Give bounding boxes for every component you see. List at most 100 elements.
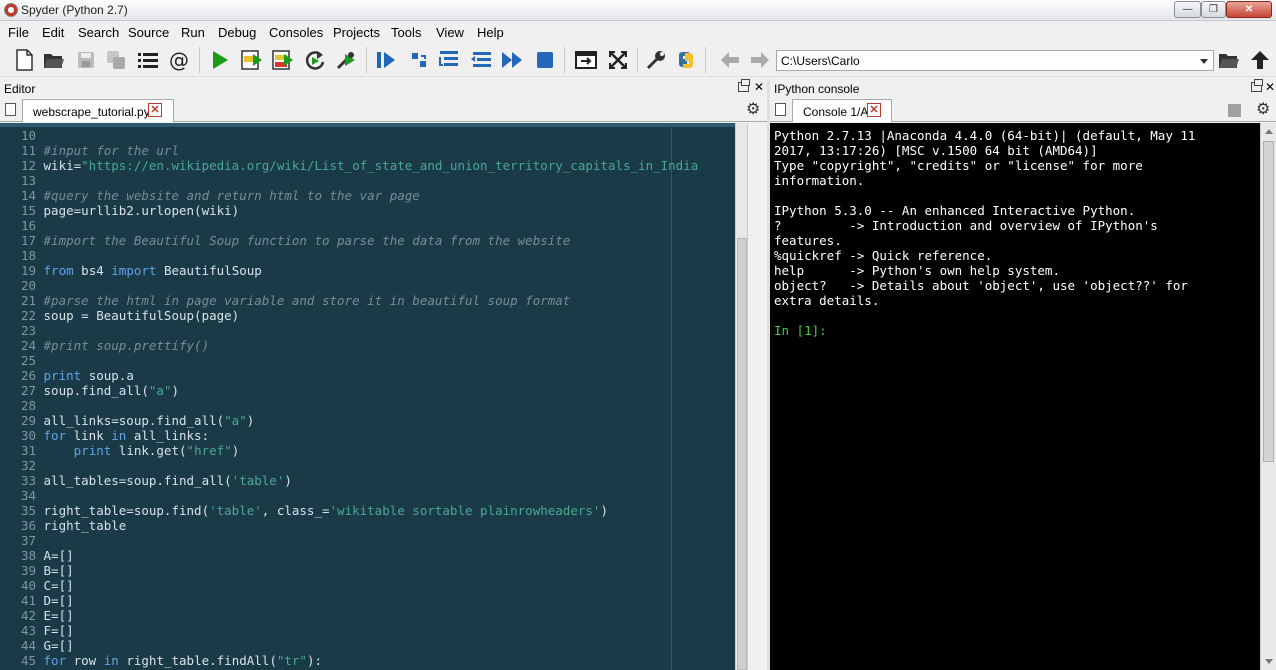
toolbar-separator <box>199 47 200 73</box>
new-file-icon[interactable] <box>12 48 36 72</box>
undock-icon[interactable] <box>738 79 750 92</box>
code-text: soup.find_all("a") <box>36 383 179 398</box>
code-line: 24 #print soup.prettify() <box>0 338 209 353</box>
forward-icon[interactable] <box>748 48 772 72</box>
menu-file[interactable]: File <box>8 25 29 40</box>
minimize-button[interactable]: — <box>1174 1 1201 18</box>
console-line: information. <box>774 173 865 188</box>
code-line: 43 F=[] <box>0 623 74 638</box>
run-icon[interactable] <box>208 48 232 72</box>
code-line: 44 G=[] <box>0 638 74 653</box>
console-pane: IPython console ✕ Console 1/A ✕ ⚙ Python… <box>770 79 1276 670</box>
undock-icon[interactable] <box>1251 79 1263 92</box>
code-line: 25 <box>0 353 44 368</box>
menu-consoles[interactable]: Consoles <box>269 25 323 40</box>
run-cell-advance-icon[interactable] <box>271 48 295 72</box>
python-path-icon[interactable] <box>674 48 698 72</box>
working-directory-combo[interactable]: C:\Users\Carlo <box>776 50 1214 71</box>
editor-tab-bar: webscrape_tutorial.py ✕ ⚙ <box>0 98 767 122</box>
console-scrollbar[interactable] <box>1260 123 1276 670</box>
close-pane-icon[interactable]: ✕ <box>754 80 764 94</box>
list-icon[interactable] <box>136 48 160 72</box>
editor-scrollbar[interactable] <box>735 123 747 670</box>
chevron-down-icon[interactable] <box>1200 59 1208 64</box>
code-line: 17 #import the Beautiful Soup function t… <box>0 233 570 248</box>
menu-debug[interactable]: Debug <box>218 25 256 40</box>
at-icon[interactable]: @ <box>167 48 191 72</box>
line-number: 18 <box>20 248 36 263</box>
code-text: #parse the html in page variable and sto… <box>43 293 571 308</box>
maximize-pane-icon[interactable] <box>574 48 598 72</box>
tab-console-1a[interactable]: Console 1/A ✕ <box>792 99 892 122</box>
save-icon[interactable] <box>74 48 98 72</box>
line-number: 21 <box>20 293 36 308</box>
code-editor[interactable]: 10 11 #input for the url 12 wiki="https:/… <box>0 123 747 670</box>
browse-tabs-icon[interactable] <box>775 103 786 116</box>
menu-edit[interactable]: Edit <box>42 25 64 40</box>
line-number: 14 <box>20 188 36 203</box>
menu-source[interactable]: Source <box>128 25 169 40</box>
close-tab-icon[interactable]: ✕ <box>148 103 162 117</box>
debug-icon[interactable] <box>374 48 398 72</box>
code-line: 12 wiki="https://en.wikipedia.org/wiki/L… <box>0 158 698 173</box>
browse-icon[interactable] <box>1217 48 1241 72</box>
line-number: 39 <box>20 563 36 578</box>
tab-webscrape-tutorial[interactable]: webscrape_tutorial.py ✕ <box>22 99 174 122</box>
menu-tools[interactable]: Tools <box>391 25 421 40</box>
code-line: 19 from bs4 import BeautifulSoup <box>0 263 262 278</box>
gear-icon[interactable]: ⚙ <box>1256 102 1270 118</box>
line-number: 34 <box>20 488 36 503</box>
scroll-down-icon[interactable] <box>1265 659 1273 664</box>
console-line: IPython 5.3.0 -- An enhanced Interactive… <box>774 203 1136 218</box>
close-pane-icon[interactable]: ✕ <box>1265 80 1275 94</box>
scroll-up-icon[interactable] <box>1265 129 1273 134</box>
code-text: #input for the url <box>43 143 179 158</box>
gear-icon[interactable]: ⚙ <box>746 102 760 118</box>
stop-kernel-icon[interactable] <box>1228 104 1241 117</box>
code-text: right_table <box>36 518 127 533</box>
open-file-icon[interactable] <box>42 48 66 72</box>
code-line: 35 right_table=soup.find('table', class_… <box>0 503 608 518</box>
run-settings-icon[interactable] <box>334 48 358 72</box>
close-tab-icon[interactable]: ✕ <box>867 103 881 117</box>
line-number: 28 <box>20 398 36 413</box>
toolbar-separator <box>564 47 565 73</box>
console-scrollbar-thumb[interactable] <box>1263 141 1274 462</box>
step-icon[interactable] <box>407 48 431 72</box>
menu-run[interactable]: Run <box>181 25 205 40</box>
step-into-icon[interactable] <box>438 48 462 72</box>
line-number: 29 <box>20 413 36 428</box>
console-line: ? -> Introduction and overview of IPytho… <box>774 218 1158 233</box>
run-cell-icon[interactable] <box>240 48 264 72</box>
menu-help[interactable]: Help <box>477 25 504 40</box>
maximize-button[interactable]: ❐ <box>1201 1 1226 18</box>
step-return-icon[interactable] <box>469 48 493 72</box>
code-line: 45 for row in right_table.findAll("tr"): <box>0 653 322 668</box>
line-number: 13 <box>20 173 36 188</box>
line-number: 36 <box>20 518 36 533</box>
menu-view[interactable]: View <box>436 25 464 40</box>
continue-icon[interactable] <box>500 48 524 72</box>
code-text: soup = BeautifulSoup(page) <box>36 308 240 323</box>
stop-icon[interactable] <box>533 48 557 72</box>
menu-search[interactable]: Search <box>78 25 119 40</box>
rerun-icon[interactable] <box>303 48 327 72</box>
browse-tabs-icon[interactable] <box>5 103 16 116</box>
console-tab-bar: Console 1/A ✕ ⚙ <box>770 98 1276 122</box>
fullscreen-icon[interactable] <box>606 48 630 72</box>
menu-projects[interactable]: Projects <box>333 25 380 40</box>
editor-scrollbar-thumb[interactable] <box>737 238 747 670</box>
parent-dir-icon[interactable] <box>1248 48 1272 72</box>
ipython-console[interactable]: Python 2.7.13 |Anaconda 4.4.0 (64-bit)| … <box>770 123 1260 670</box>
console-line: Python 2.7.13 |Anaconda 4.4.0 (64-bit)| … <box>774 128 1196 143</box>
console-title: IPython console <box>774 82 860 96</box>
console-line: extra details. <box>774 293 880 308</box>
close-window-button[interactable]: ✕ <box>1226 1 1272 18</box>
code-line: 11 #input for the url <box>0 143 179 158</box>
preferences-icon[interactable] <box>643 48 667 72</box>
back-icon[interactable] <box>718 48 742 72</box>
toolbar-separator <box>366 47 367 73</box>
save-all-icon[interactable] <box>104 48 128 72</box>
